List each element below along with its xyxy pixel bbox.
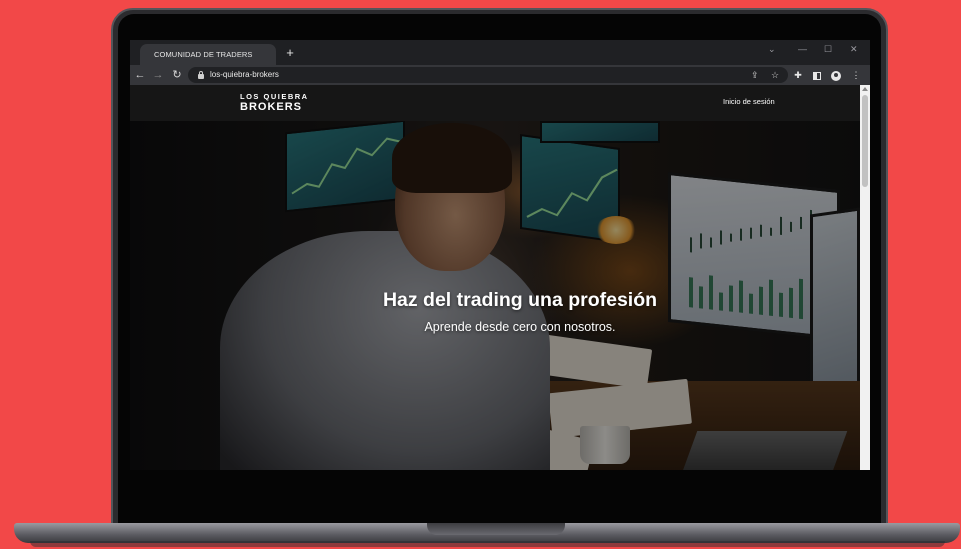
new-tab-button[interactable]: +	[282, 44, 298, 62]
laptop-notch	[427, 523, 565, 535]
hero-section: Haz del trading una profesión Aprende de…	[130, 121, 860, 470]
laptop-shadow	[30, 541, 945, 547]
tab-search-icon[interactable]: ⌄	[768, 43, 776, 55]
maximize-icon[interactable]: ☐	[824, 43, 832, 55]
browser-window: COMUNIDAD DE TRADERS + ⌄ — ☐ ✕ ← → ↻ los…	[130, 40, 870, 470]
hero-subtitle: Aprende desde cero con nosotros.	[424, 320, 616, 334]
forward-icon[interactable]: →	[151, 67, 165, 83]
lock-icon	[198, 71, 204, 79]
menu-icon[interactable]: ⋮	[850, 67, 862, 83]
web-page: LOS QUIEBRA BROKERS Inicio de sesión Haz…	[130, 85, 860, 470]
url-text: los-quiebra-brokers	[210, 70, 279, 79]
share-icon[interactable]: ⇪	[751, 67, 759, 83]
reload-icon[interactable]: ↻	[170, 67, 184, 83]
page-scrollbar[interactable]	[860, 85, 870, 470]
bookmark-star-icon[interactable]: ☆	[771, 67, 779, 83]
browser-tab[interactable]: COMUNIDAD DE TRADERS	[140, 44, 276, 65]
side-panel-icon[interactable]	[811, 67, 823, 83]
tab-bar: COMUNIDAD DE TRADERS + ⌄ — ☐ ✕	[130, 40, 870, 65]
extensions-icon[interactable]: ✚	[792, 67, 804, 83]
close-icon[interactable]: ✕	[850, 43, 858, 55]
back-icon[interactable]: ←	[133, 67, 147, 83]
scrollbar-thumb[interactable]	[862, 95, 868, 187]
minimize-icon[interactable]: —	[798, 43, 807, 55]
login-link[interactable]: Inicio de sesión	[723, 97, 775, 106]
address-bar[interactable]: los-quiebra-brokers ⇪ ☆	[188, 67, 788, 83]
site-logo[interactable]: LOS QUIEBRA BROKERS	[240, 93, 309, 113]
site-header: LOS QUIEBRA BROKERS Inicio de sesión	[130, 85, 860, 121]
browser-toolbar: ← → ↻ los-quiebra-brokers ⇪ ☆ ✚ ⋮	[130, 65, 870, 85]
hero-title: Haz del trading una profesión	[382, 289, 658, 311]
logo-line-1: LOS QUIEBRA	[240, 92, 309, 101]
profile-icon[interactable]	[830, 67, 842, 83]
logo-line-2: BROKERS	[240, 100, 303, 113]
scroll-up-icon[interactable]	[862, 87, 868, 91]
